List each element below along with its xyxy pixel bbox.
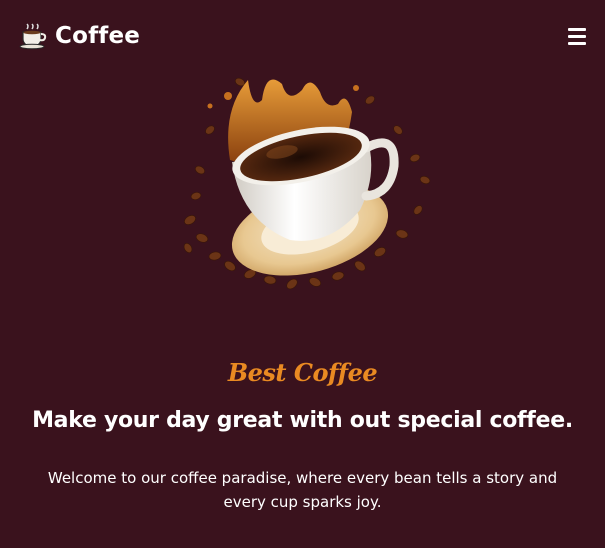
brand-logo-link[interactable]: Coffee (19, 22, 140, 50)
hamburger-menu-icon (568, 28, 586, 31)
hero-tagline: Best Coffee (227, 358, 378, 387)
brand-label: Coffee (55, 23, 141, 49)
hero-intro-text: Welcome to our coffee paradise, where ev… (47, 469, 558, 511)
hamburger-menu-button[interactable] (566, 27, 590, 47)
coffee-cup-icon (19, 23, 47, 50)
navbar: Coffee (0, 0, 605, 72)
hero-headline: Make your day great with out special cof… (32, 408, 573, 433)
coffee-cup-splash-image (183, 77, 431, 290)
